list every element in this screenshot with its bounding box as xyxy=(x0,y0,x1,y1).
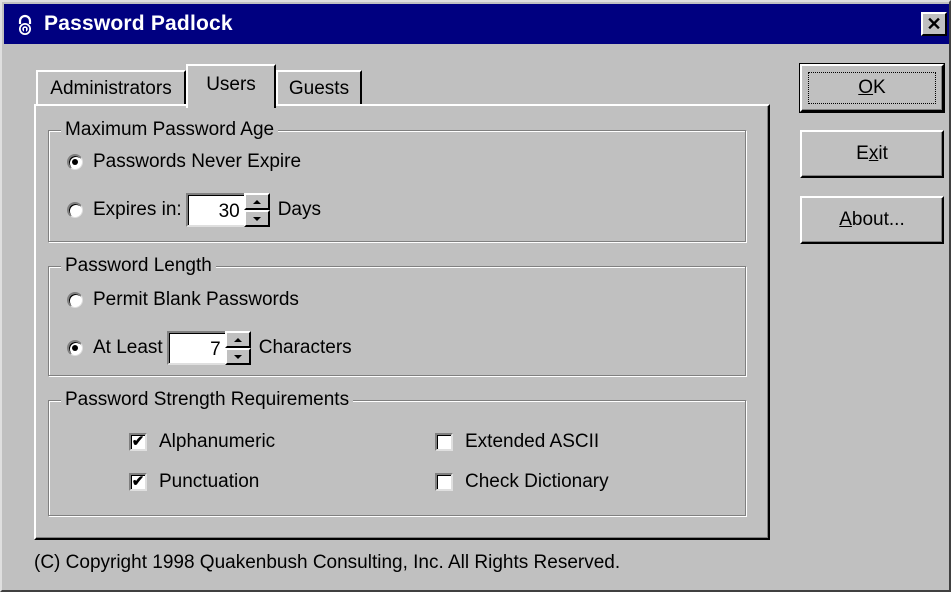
checkbox-extended-ascii[interactable]: Extended ASCII xyxy=(435,431,599,453)
tab-administrators-label: Administrators xyxy=(50,78,172,99)
days-spin-down[interactable] xyxy=(243,210,270,227)
radio-never-expire[interactable]: Passwords Never Expire xyxy=(67,151,301,173)
title-bar: Password Padlock ✕ xyxy=(4,4,949,44)
chars-spin-down[interactable] xyxy=(224,348,251,365)
group-max-password-age: Maximum Password Age Passwords Never Exp… xyxy=(48,119,746,242)
close-button[interactable]: ✕ xyxy=(921,12,947,36)
checkbox-punctuation-label: Punctuation xyxy=(159,471,260,492)
ok-button[interactable]: OK xyxy=(799,63,945,113)
checkmark-icon: ✔ xyxy=(131,433,145,450)
checkbox-extended-ascii-label: Extended ASCII xyxy=(465,431,600,452)
tab-guests[interactable]: Guests xyxy=(276,70,362,106)
checkbox-check-dictionary-box[interactable] xyxy=(435,473,453,491)
exit-button-label: Exit xyxy=(856,143,888,164)
tab-users[interactable]: Users xyxy=(186,64,276,108)
checkbox-alphanumeric-label: Alphanumeric xyxy=(159,431,276,452)
tab-users-label: Users xyxy=(206,74,256,95)
focus-rectangle xyxy=(808,72,936,104)
group-password-strength-legend: Password Strength Requirements xyxy=(61,389,354,411)
radio-permit-blank-indicator[interactable] xyxy=(67,292,83,308)
group-max-password-age-legend: Maximum Password Age xyxy=(61,119,279,141)
about-button[interactable]: About... xyxy=(800,196,944,244)
radio-at-least[interactable]: At Least 7 Characters xyxy=(67,331,352,365)
group-password-length-legend: Password Length xyxy=(61,255,216,277)
arrow-down-icon xyxy=(233,354,242,359)
radio-never-expire-indicator[interactable] xyxy=(67,154,83,170)
chars-unit-label: Characters xyxy=(258,337,352,358)
radio-expires-in-indicator[interactable] xyxy=(67,202,83,218)
checkbox-check-dictionary-label: Check Dictionary xyxy=(465,471,609,492)
copyright-text: (C) Copyright 1998 Quakenbush Consulting… xyxy=(34,552,621,573)
arrow-up-icon xyxy=(252,199,261,204)
days-unit-label: Days xyxy=(277,199,321,220)
about-button-label: About... xyxy=(839,209,905,230)
checkbox-punctuation[interactable]: ✔ Punctuation xyxy=(129,471,259,493)
days-spinner[interactable]: 30 xyxy=(185,193,270,227)
group-password-strength: Password Strength Requirements ✔ Alphanu… xyxy=(48,389,746,516)
radio-at-least-label: At Least xyxy=(93,337,163,358)
tab-panel-users: Maximum Password Age Passwords Never Exp… xyxy=(34,104,770,540)
tab-administrators[interactable]: Administrators xyxy=(36,70,186,106)
checkmark-icon: ✔ xyxy=(131,473,145,490)
arrow-up-icon xyxy=(233,337,242,342)
days-spin-up[interactable] xyxy=(243,193,270,210)
close-icon: ✕ xyxy=(926,14,942,34)
chars-input[interactable]: 7 xyxy=(166,331,225,365)
padlock-icon xyxy=(18,14,32,35)
group-password-length: Password Length Permit Blank Passwords A… xyxy=(48,255,746,376)
radio-at-least-indicator[interactable] xyxy=(67,340,83,356)
checkbox-alphanumeric-box[interactable]: ✔ xyxy=(129,433,147,451)
checkbox-punctuation-box[interactable]: ✔ xyxy=(129,473,147,491)
chars-spinner[interactable]: 7 xyxy=(166,331,251,365)
arrow-down-icon xyxy=(252,216,261,221)
radio-expires-in-label: Expires in: xyxy=(93,199,182,220)
radio-permit-blank-label: Permit Blank Passwords xyxy=(93,289,299,310)
window-title: Password Padlock xyxy=(44,12,233,35)
radio-permit-blank[interactable]: Permit Blank Passwords xyxy=(67,289,299,311)
checkbox-alphanumeric[interactable]: ✔ Alphanumeric xyxy=(129,431,275,453)
dialog-window: Password Padlock ✕ Administrators Users … xyxy=(0,0,951,592)
radio-never-expire-label: Passwords Never Expire xyxy=(93,151,302,172)
exit-button[interactable]: Exit xyxy=(800,130,944,178)
chars-spin-up[interactable] xyxy=(224,331,251,348)
checkbox-check-dictionary[interactable]: Check Dictionary xyxy=(435,471,609,493)
checkbox-extended-ascii-box[interactable] xyxy=(435,433,453,451)
radio-expires-in[interactable]: Expires in: 30 Days xyxy=(67,193,321,227)
tab-guests-label: Guests xyxy=(288,78,350,99)
days-input[interactable]: 30 xyxy=(185,193,244,227)
